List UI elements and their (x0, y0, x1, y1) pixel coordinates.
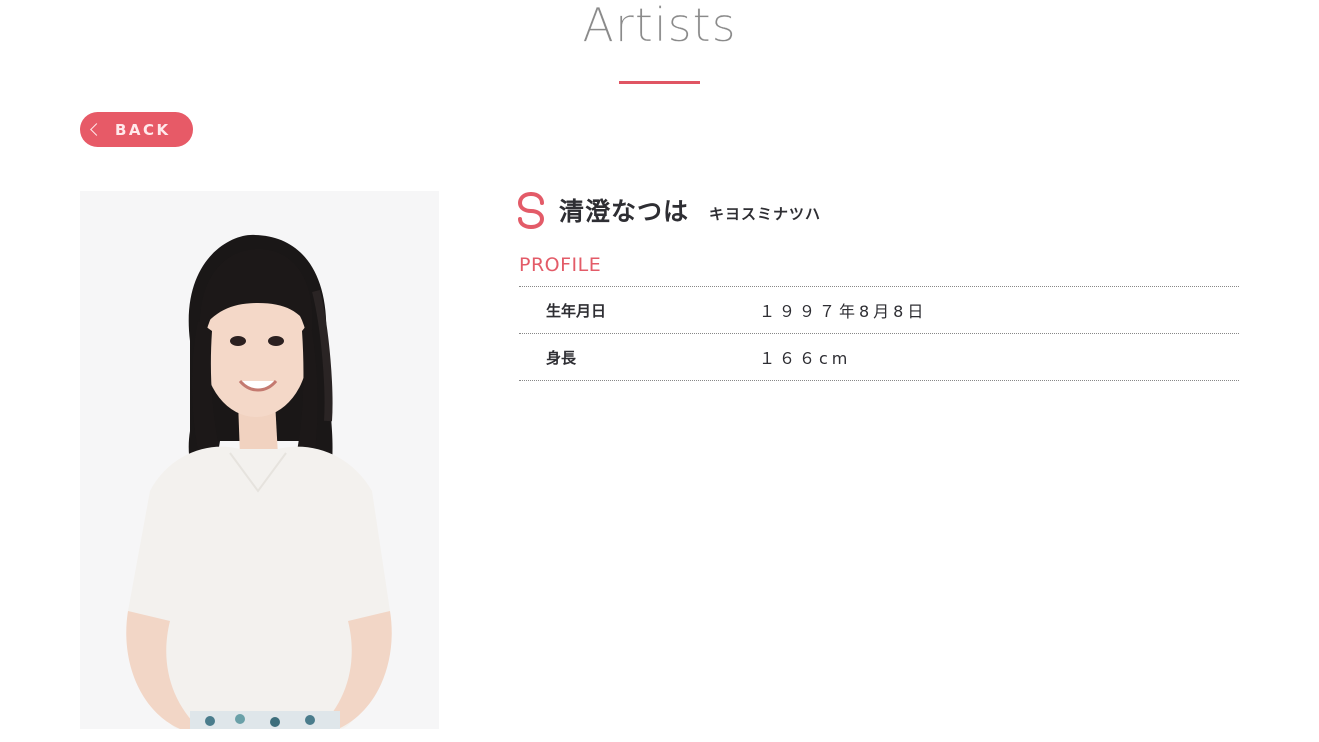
profile-heading: PROFILE (519, 254, 602, 276)
back-button[interactable]: BACK (80, 112, 193, 147)
profile-row-height: 身長 １６６cm (519, 334, 1239, 381)
back-button-label: BACK (115, 120, 171, 139)
artist-detail-page: Artists BACK 清澄なつは キヨスミナツハ PROFILE 生年月日 … (0, 0, 1319, 742)
profile-row-birthdate: 生年月日 １９９７年8月8日 (519, 287, 1239, 334)
artist-name: 清澄なつは (559, 197, 690, 226)
profile-table: 生年月日 １９９７年8月8日 身長 １６６cm (519, 286, 1239, 381)
profile-value: １６６cm (759, 349, 852, 368)
title-underline (619, 81, 700, 84)
profile-key: 身長 (546, 348, 577, 367)
artist-name-block: 清澄なつは キヨスミナツハ (517, 190, 821, 230)
page-title: Artists (582, 0, 737, 52)
profile-value: １９９７年8月8日 (759, 302, 928, 321)
brand-logo-icon (517, 192, 545, 230)
chevron-left-icon (90, 123, 103, 136)
profile-key: 生年月日 (546, 301, 607, 320)
artist-kana: キヨスミナツハ (709, 204, 822, 223)
artist-photo (80, 191, 439, 729)
